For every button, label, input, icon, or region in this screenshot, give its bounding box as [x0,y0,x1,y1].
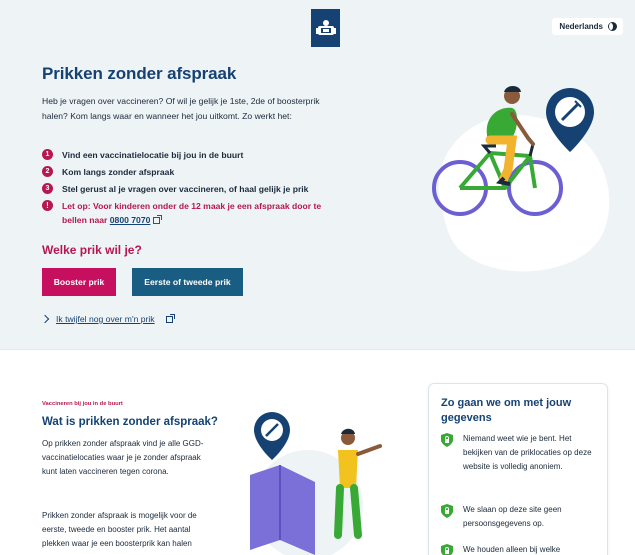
syringe-pin-icon [254,412,290,460]
info-title: Wat is prikken zonder afspraak? [42,416,218,428]
step-text: Kom langs zonder afspraak [62,167,175,177]
privacy-item-text: We slaan op deze site geen persoonsgegev… [463,505,562,528]
step-text: Stel gerust al je vragen over vaccineren… [62,184,309,194]
step-item: 3 Stel gerust al je vragen over vacciner… [42,182,342,196]
globe-icon [608,22,617,31]
step-number: 2 [42,166,53,177]
privacy-item: We slaan op deze site geen persoonsgegev… [441,503,601,531]
privacy-card: Zo gaan we om met jouw gegevens Niemand … [428,383,608,555]
info-paragraph-2: Prikken zonder afspraak is mogelijk voor… [42,511,197,548]
page-title: Prikken zonder afspraak [42,64,237,83]
warning-text-wrap: Let op: Voor kinderen onder de 12 maak j… [62,199,342,227]
shield-icon [441,544,453,555]
choose-vaccine-title: Welke prik wil je? [42,243,142,257]
info-paragraph-1: Op prikken zonder afspraak vind je alle … [42,439,204,476]
info-eyebrow: Vaccineren bij jou in de buurt [42,401,123,407]
phone-link[interactable]: 0800 7070 [110,215,151,225]
warning-icon: ! [42,200,53,211]
steps-list: 1 Vind een vaccinatielocatie bij jou in … [42,148,342,230]
doubt-link-row[interactable]: Ik twijfel nog over m'n prik [40,313,175,324]
rijksoverheid-logo-icon[interactable] [311,9,340,47]
external-link-icon [165,313,175,323]
booster-button[interactable]: Booster prik [42,268,116,296]
first-second-dose-button[interactable]: Eerste of tweede prik [132,268,243,296]
step-number: 3 [42,183,53,194]
step-item: 2 Kom langs zonder afspraak [42,165,342,179]
shield-icon [441,504,453,518]
warning-item: ! Let op: Voor kinderen onder de 12 maak… [42,199,342,227]
cyclist-illustration [432,86,610,272]
privacy-item-text: Niemand weet wie je bent. Het bekijken v… [463,434,592,471]
privacy-item-text: We houden alleen bij welke [463,545,561,554]
step-number: 1 [42,149,53,160]
privacy-item: We houden alleen bij welke [441,543,601,555]
external-link-icon [153,215,163,224]
step-text: Vind een vaccinatielocatie bij jou in de… [62,150,244,160]
map-person-illustration [250,412,382,555]
shield-icon [441,433,453,447]
chevron-right-icon [40,314,50,324]
privacy-item: Niemand weet wie je bent. Het bekijken v… [441,432,601,474]
language-switch[interactable]: Nederlands [552,18,623,35]
warning-text: Let op: Voor kinderen onder de 12 maak j… [62,201,322,225]
doubt-link[interactable]: Ik twijfel nog over m'n prik [56,314,155,324]
intro-text: Heb je vragen over vaccineren? Of wil je… [42,96,320,121]
privacy-card-title: Zo gaan we om met jouw gegevens [441,397,572,424]
language-label: Nederlands [559,22,603,31]
step-item: 1 Vind een vaccinatielocatie bij jou in … [42,148,342,162]
